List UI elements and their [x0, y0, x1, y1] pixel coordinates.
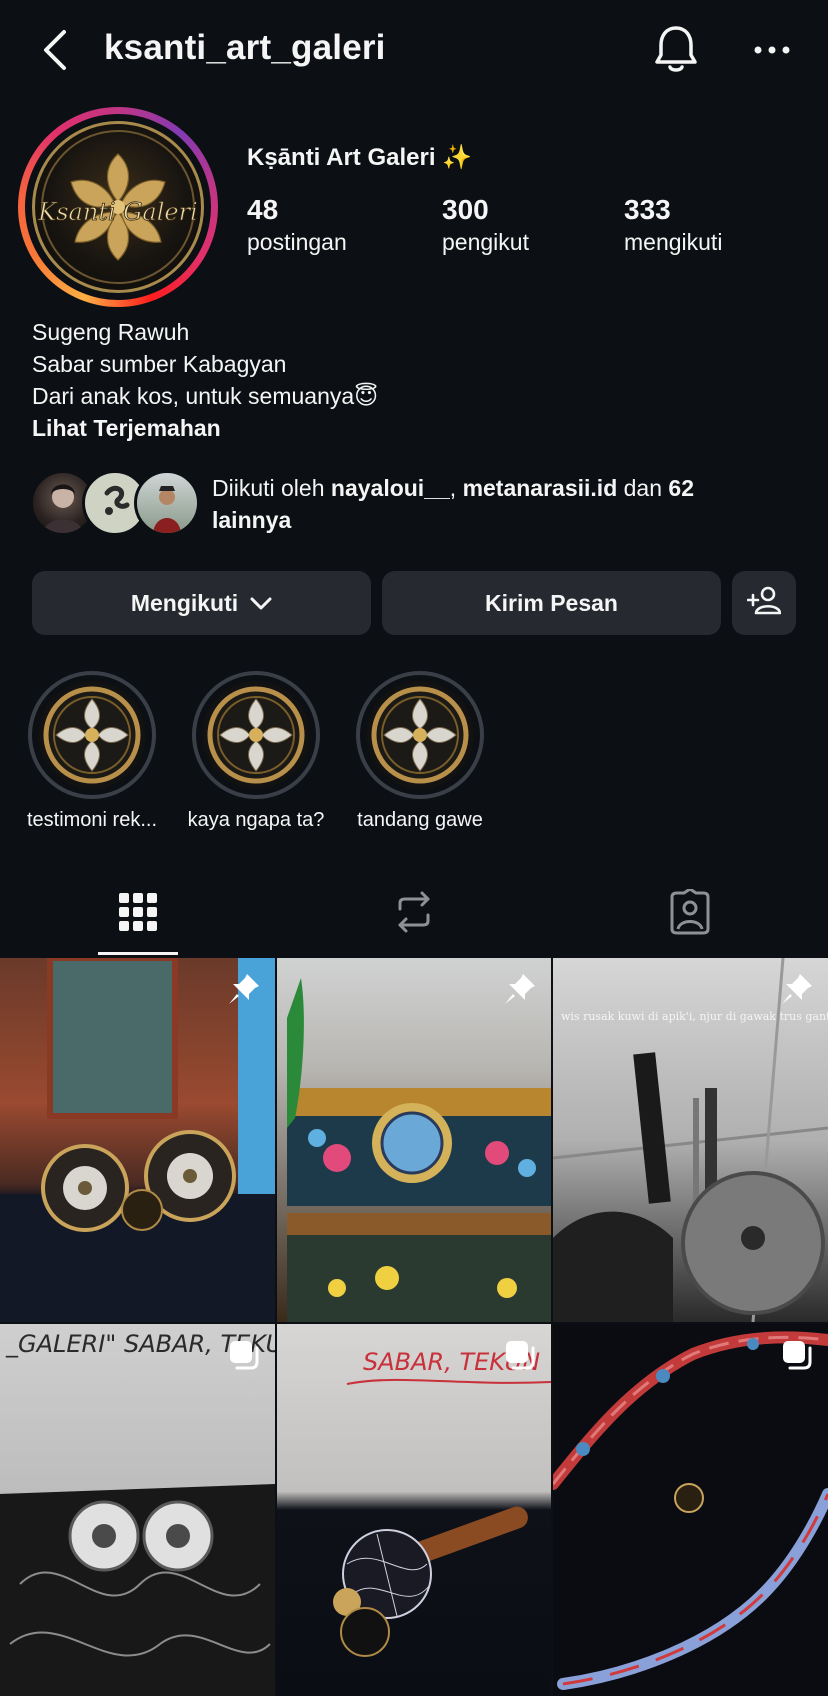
posts-grid: wis rusak kuwi di apik'i, njur di gawak …	[0, 958, 828, 1696]
add-user-icon	[746, 585, 782, 621]
mutual-avatars	[30, 470, 202, 538]
stat-label: pengikut	[442, 229, 529, 255]
bell-icon[interactable]	[652, 22, 700, 76]
post-thumbnail[interactable]: _GALERI" SABAR, TEKUN, TEKAN	[0, 1324, 275, 1696]
bio-line: Dari anak kos, untuk semuanya😇	[32, 383, 379, 409]
stat-value: 48	[247, 194, 279, 225]
pin-icon	[227, 972, 261, 1006]
profile-avatar[interactable]: Ksanti Galeri	[32, 121, 204, 293]
tab-reposts[interactable]	[276, 870, 552, 958]
highlight-item[interactable]: kaya ngapa ta?	[176, 671, 336, 832]
svg-text:Ksanti Galeri: Ksanti Galeri	[37, 198, 197, 226]
post-thumbnail[interactable]	[277, 958, 551, 1322]
add-user-button[interactable]	[732, 571, 796, 635]
highlight-label: testimoni rek...	[26, 809, 158, 831]
followed-mid: dan	[617, 475, 669, 501]
carousel-icon	[227, 1338, 261, 1372]
followed-by[interactable]: Diikuti oleh nayaloui__, metanarasii.id …	[30, 470, 810, 540]
avatar	[134, 470, 200, 536]
highlight-item[interactable]: testimoni rek...	[12, 671, 172, 832]
reels-repost-icon	[394, 889, 434, 940]
highlight-cover	[366, 681, 474, 789]
posts-count[interactable]: 48 postingan	[247, 193, 347, 257]
stat-label: postingan	[247, 229, 347, 255]
story-ring[interactable]: Ksanti Galeri	[18, 107, 218, 307]
tagged-icon	[668, 887, 712, 940]
chevron-left-icon[interactable]	[38, 28, 78, 72]
tab-tagged[interactable]	[552, 870, 828, 958]
carousel-icon	[503, 1338, 537, 1372]
post-thumbnail[interactable]	[0, 958, 275, 1322]
bio-line: Sugeng Rawuh	[32, 319, 190, 345]
post-thumbnail[interactable]	[553, 1324, 828, 1696]
highlight-label: kaya ngapa ta?	[187, 809, 325, 831]
mutual-user-link[interactable]: nayaloui__	[331, 475, 450, 501]
post-thumbnail[interactable]: SABAR, TEKUN	[277, 1324, 551, 1696]
followed-sep: ,	[449, 475, 463, 501]
highlight-item[interactable]: tandang gawe	[340, 671, 500, 832]
following-label: Mengikuti	[130, 589, 239, 616]
followed-prefix: Diikuti oleh	[212, 475, 331, 501]
active-tab-indicator	[98, 952, 178, 955]
stat-value: 300	[442, 194, 489, 225]
highlight-cover	[202, 681, 310, 789]
carousel-icon	[780, 1338, 814, 1372]
mutual-count: 62	[668, 475, 694, 501]
message-label: Kirim Pesan	[485, 589, 618, 616]
top-bar: ksanti_art_galeri	[0, 0, 828, 100]
grid-icon	[118, 892, 158, 937]
display-name: Kṣānti Art Galeri ✨	[247, 144, 473, 171]
pin-icon	[780, 972, 814, 1006]
post-thumbnail[interactable]: wis rusak kuwi di apik'i, njur di gawak …	[553, 958, 828, 1322]
followed-by-text: Diikuti oleh nayaloui__, metanarasii.id …	[212, 472, 812, 536]
pin-icon	[503, 972, 537, 1006]
stat-value: 333	[624, 194, 671, 225]
highlight-label: tandang gawe	[357, 809, 483, 831]
mutual-suffix: lainnya	[212, 507, 292, 533]
profile-username: ksanti_art_galeri	[104, 28, 386, 67]
stat-label: mengikuti	[624, 229, 723, 255]
bio: Sugeng Rawuh Sabar sumber Kabagyan Dari …	[32, 316, 378, 444]
chevron-down-icon	[250, 590, 272, 617]
profile-tabs	[0, 870, 828, 958]
post-caption-text: wis rusak kuwi di apik'i, njur di gawak …	[561, 1010, 828, 1023]
following-count[interactable]: 333 mengikuti	[624, 193, 722, 257]
tab-posts-grid[interactable]	[0, 870, 276, 958]
translate-link[interactable]: Lihat Terjemahan	[32, 412, 378, 444]
message-button[interactable]: Kirim Pesan	[382, 571, 721, 635]
following-button[interactable]: Mengikuti	[32, 571, 371, 635]
more-horizontal-icon[interactable]	[748, 30, 796, 70]
mutual-user-link[interactable]: metanarasii.id	[463, 475, 618, 501]
followers-count[interactable]: 300 pengikut	[442, 193, 529, 257]
highlight-cover	[38, 681, 146, 789]
bio-line: Sabar sumber Kabagyan	[32, 351, 287, 377]
